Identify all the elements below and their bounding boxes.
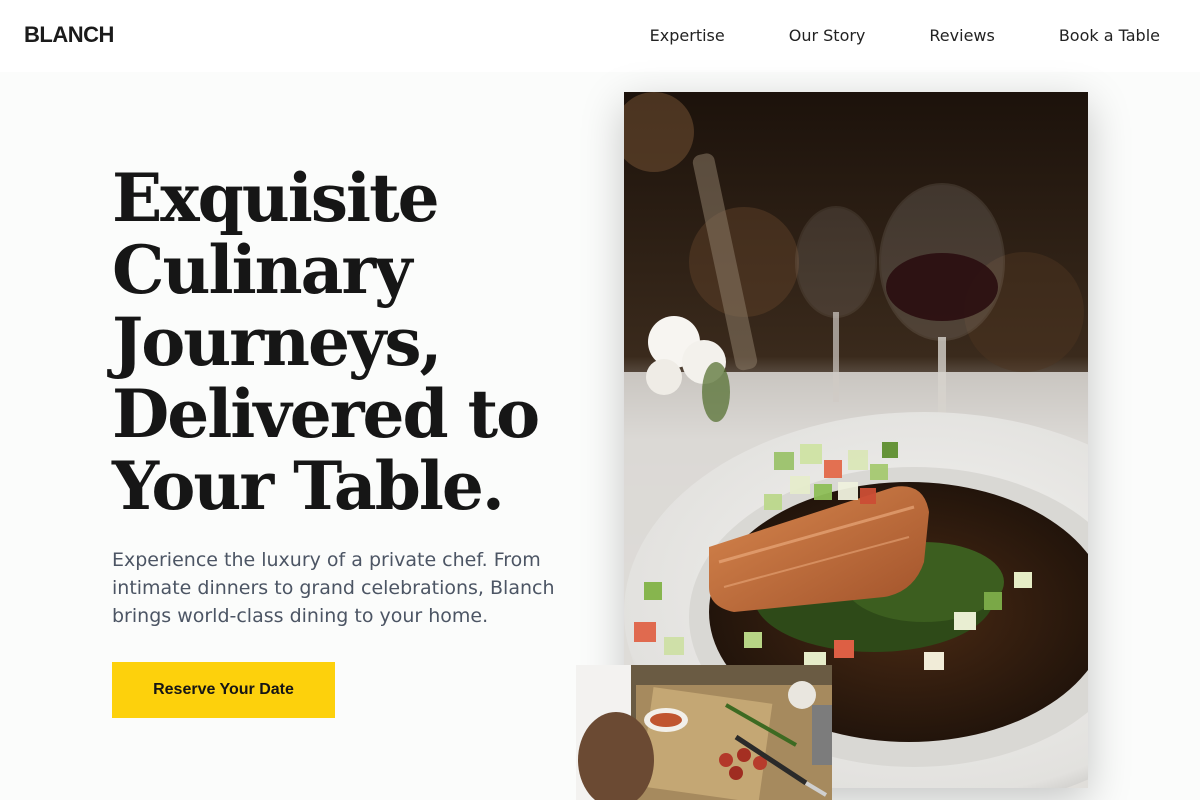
reserve-date-button[interactable]: Reserve Your Date: [112, 662, 335, 718]
brand-logo[interactable]: BLANCH: [24, 22, 114, 48]
main-nav: Expertise Our Story Reviews Book a Table: [650, 26, 1160, 45]
top-navbar: BLANCH Expertise Our Story Reviews Book …: [0, 0, 1200, 72]
nav-link-expertise[interactable]: Expertise: [650, 26, 725, 45]
nav-link-book-a-table[interactable]: Book a Table: [1059, 26, 1160, 45]
nav-link-our-story[interactable]: Our Story: [789, 26, 866, 45]
nav-link-reviews[interactable]: Reviews: [929, 26, 994, 45]
hero-subtitle: Experience the luxury of a private chef.…: [112, 549, 555, 627]
hero-title: Exquisite Culinary Journeys, Delivered t…: [112, 159, 540, 525]
chef-prep-photo: [576, 665, 832, 800]
